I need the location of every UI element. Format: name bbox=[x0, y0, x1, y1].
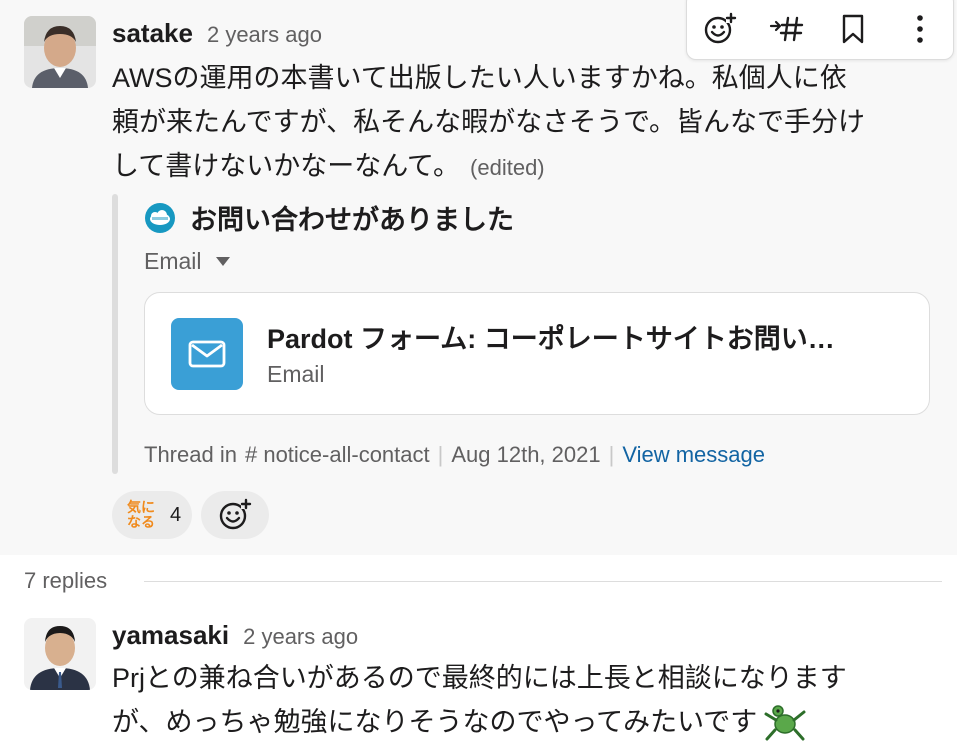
forward-to-channel-button[interactable] bbox=[765, 7, 809, 51]
view-message-link[interactable]: View message bbox=[622, 442, 765, 468]
email-dropdown[interactable]: Email bbox=[144, 248, 230, 275]
envelope-icon bbox=[188, 340, 226, 368]
avatar-satake[interactable] bbox=[24, 16, 96, 88]
author-name[interactable]: satake bbox=[112, 18, 193, 49]
thread-in-label: Thread in bbox=[144, 442, 237, 467]
more-actions-icon bbox=[916, 15, 923, 43]
forward-channel-icon bbox=[769, 16, 803, 42]
reply-text: Prjとの兼ね合いがあるので最終的には上長と相談になります が、めっちゃ勉強にな… bbox=[112, 656, 847, 744]
attachment-title-row: お問い合わせがありました bbox=[144, 198, 514, 237]
reaction-kininaru[interactable]: 気に なる 4 bbox=[112, 491, 192, 539]
thread-meta: Thread in # notice-all-contact | Aug 12t… bbox=[144, 442, 765, 468]
thread-date[interactable]: Aug 12th, 2021 bbox=[451, 442, 600, 468]
divider: | bbox=[437, 442, 444, 467]
message-line: 頼が来たんですが、私そんな暇がなさそうで。皆んなで手分け bbox=[112, 107, 866, 137]
caret-down-icon bbox=[215, 257, 230, 266]
timestamp[interactable]: 2 years ago bbox=[243, 624, 358, 650]
timestamp[interactable]: 2 years ago bbox=[207, 22, 322, 48]
message-line: Prjとの兼ね合いがあるので最終的には上長と相談になります bbox=[112, 663, 847, 693]
file-card[interactable]: Pardot フォーム: コーポレートサイトお問い… Email bbox=[144, 292, 930, 415]
add-reaction-button[interactable] bbox=[698, 7, 742, 51]
attachment-border bbox=[112, 194, 118, 474]
email-label: Email bbox=[144, 248, 202, 274]
add-reaction-pill[interactable] bbox=[201, 491, 269, 539]
hash-icon: # bbox=[244, 442, 258, 467]
message-actions-toolbar bbox=[686, 0, 954, 60]
avatar-yamasaki[interactable] bbox=[24, 618, 96, 690]
email-file-icon bbox=[171, 318, 243, 390]
message-line: して書けないかなーなんて。 (edited) bbox=[112, 151, 545, 181]
author-name[interactable]: yamasaki bbox=[112, 620, 229, 651]
divider: | bbox=[608, 442, 615, 467]
salesforce-icon bbox=[145, 202, 175, 233]
add-reaction-icon bbox=[705, 12, 737, 44]
parent-message: satake 2 years ago AWSの運用の本書いて出版したい人いますか… bbox=[0, 0, 957, 555]
add-reaction-icon bbox=[219, 498, 252, 530]
message-text: AWSの運用の本書いて出版したい人いますかね。私個人に依 頼が来たんですが、私そ… bbox=[112, 56, 865, 190]
attachment-title: お問い合わせがありました bbox=[190, 205, 514, 235]
replies-count: 7 replies bbox=[24, 568, 108, 593]
reaction-count: 4 bbox=[170, 503, 182, 526]
channel-link[interactable]: # notice-all-contact bbox=[245, 442, 430, 468]
save-for-later-button[interactable] bbox=[831, 7, 875, 51]
bookmark-icon bbox=[843, 14, 864, 44]
message-line: が、めっちゃ勉強になりそうなのでやってみたいです bbox=[112, 700, 847, 744]
frog-emoji-icon bbox=[764, 705, 806, 741]
file-name[interactable]: Pardot フォーム: コーポレートサイトお問い… bbox=[267, 317, 835, 356]
message-line: AWSの運用の本書いて出版したい人いますかね。私個人に依 bbox=[112, 63, 847, 93]
more-actions-button[interactable] bbox=[898, 7, 942, 51]
replies-divider bbox=[144, 581, 942, 582]
file-type: Email bbox=[267, 361, 325, 387]
edited-label: (edited) bbox=[470, 155, 545, 180]
kininaru-emoji: 気に なる bbox=[127, 499, 155, 530]
